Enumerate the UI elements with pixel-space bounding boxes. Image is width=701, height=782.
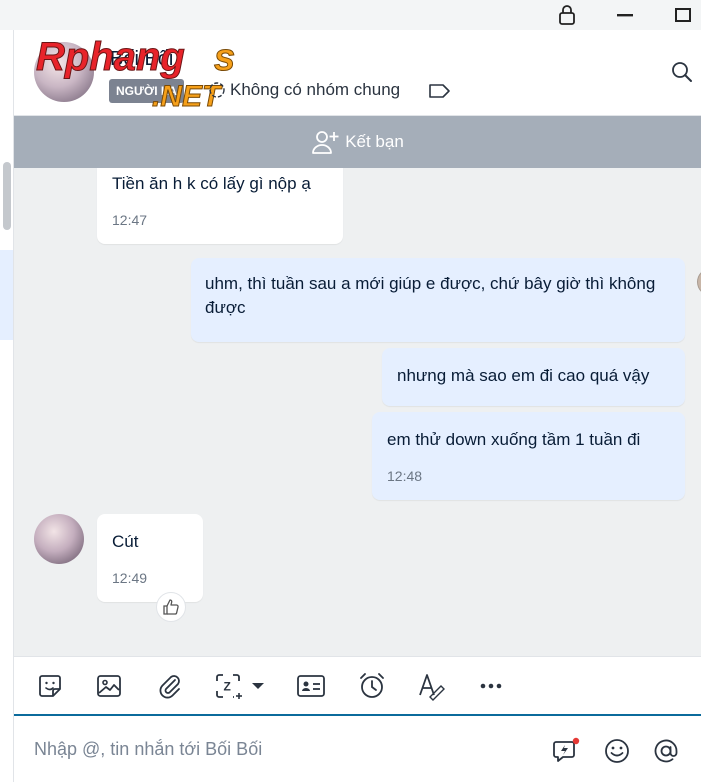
message-text: nhưng mà sao em đi cao quá vậy <box>397 366 650 385</box>
contact-card-icon[interactable] <box>295 671 327 701</box>
minimize-icon[interactable] <box>614 5 636 25</box>
maximize-icon[interactable] <box>672 5 694 25</box>
svg-text:Rphang: Rphang <box>36 35 185 79</box>
common-group-status[interactable]: Không có nhóm chung <box>208 80 400 100</box>
message-bubble-outgoing[interactable]: uhm, thì tuần sau a mới giúp e được, chứ… <box>191 258 685 342</box>
svg-text:Z: Z <box>224 680 231 694</box>
add-friend-button[interactable]: Kết bạn <box>14 116 701 168</box>
sticker-icon[interactable] <box>34 671 66 701</box>
scrollbar-thumb[interactable] <box>3 162 11 230</box>
add-user-icon <box>312 131 339 154</box>
emoji-icon[interactable] <box>602 736 632 766</box>
add-friend-label: Kết bạn <box>345 132 404 151</box>
label-tag-icon[interactable] <box>428 82 452 105</box>
text-format-icon[interactable] <box>415 671 447 701</box>
mention-icon[interactable] <box>651 736 681 766</box>
quick-message-icon[interactable] <box>551 736 581 766</box>
message-time: 12:47 <box>112 212 148 228</box>
message-bubble-incoming[interactable]: Tiền ăn h k có lấy gì nộp ạ 12:47 <box>97 168 343 244</box>
message-input[interactable] <box>34 734 534 764</box>
message-composer <box>14 714 701 782</box>
seen-avatar <box>697 268 701 296</box>
common-group-text: Không có nhóm chung <box>230 80 401 99</box>
search-icon[interactable] <box>670 60 694 89</box>
more-options-icon[interactable] <box>475 671 507 701</box>
attachment-icon[interactable] <box>154 671 186 701</box>
like-reaction-button[interactable] <box>156 592 186 622</box>
screenshot-capture-icon[interactable]: Z <box>214 671 270 701</box>
active-conversation-highlight[interactable] <box>0 250 13 340</box>
image-icon[interactable] <box>93 671 125 701</box>
message-time: 12:49 <box>112 570 148 586</box>
group-icon <box>209 82 225 98</box>
message-list[interactable]: Tiền ăn h k có lấy gì nộp ạ 12:47 uhm, t… <box>14 168 701 656</box>
reminder-clock-icon[interactable] <box>356 671 388 701</box>
message-text: Tiền ăn h k có lấy gì nộp ạ <box>112 174 311 193</box>
thumbs-up-icon <box>163 599 179 615</box>
message-text: Cút <box>112 532 139 551</box>
lock-icon[interactable] <box>556 5 578 25</box>
window-title-bar <box>0 0 701 30</box>
message-bubble-outgoing[interactable]: nhưng mà sao em đi cao quá vậy <box>382 348 685 406</box>
message-bubble-incoming[interactable]: Cút 12:49 <box>97 514 203 602</box>
conversation-list-edge <box>0 30 14 782</box>
message-bubble-outgoing[interactable]: em thử down xuống tầm 1 tuần đi 12:48 <box>372 412 685 500</box>
message-time: 12:48 <box>387 468 423 484</box>
message-text: uhm, thì tuần sau a mới giúp e được, chứ… <box>205 274 656 317</box>
message-text: em thử down xuống tầm 1 tuần đi <box>387 430 641 449</box>
composer-toolbar: Z <box>14 656 701 714</box>
chat-header: Bối Bối NGƯỜI LẠ Rphang s .NET Không có … <box>14 30 701 116</box>
svg-text:s: s <box>214 37 235 79</box>
sender-avatar[interactable] <box>34 514 84 564</box>
